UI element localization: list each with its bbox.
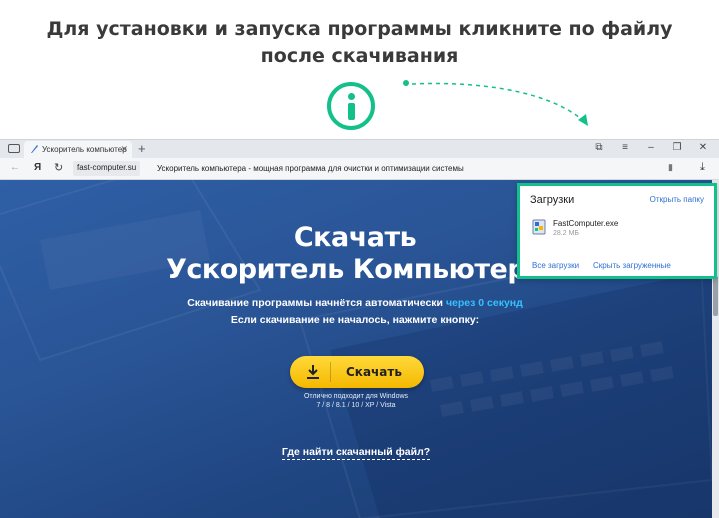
scrollbar-thumb[interactable] (713, 276, 718, 316)
minimize-icon[interactable]: – (645, 142, 657, 153)
instruction-line-1: Для установки и запуска программы кликни… (46, 18, 673, 40)
downloads-title: Загрузки (530, 194, 575, 206)
downloads-icon[interactable]: ⤓ (700, 161, 705, 174)
tab-favicon (31, 145, 38, 153)
where-file-link-container: Где найти скачанный файл? (200, 442, 512, 460)
window-controls: ⧉ ≡ – ❐ ✕ (593, 142, 709, 153)
download-button[interactable]: Скачать (290, 356, 424, 388)
auto-download-message: Скачивание программы начнётся автоматиче… (187, 297, 446, 309)
all-downloads-link[interactable]: Все загрузки (532, 261, 579, 270)
restore-icon[interactable]: ❐ (671, 142, 683, 153)
hero-title-line-2: Ускоритель Компьютера (166, 254, 544, 285)
tab-title: Ускоритель компьютер (42, 145, 127, 154)
hide-downloaded-link[interactable]: Скрыть загруженные (593, 261, 671, 270)
downloaded-file-name[interactable]: FastComputer.exe (553, 219, 618, 228)
exe-file-icon[interactable] (532, 219, 546, 235)
close-icon[interactable]: ✕ (120, 144, 128, 155)
download-arrow-icon (307, 365, 319, 379)
back-icon[interactable]: ← (10, 162, 20, 173)
windows-versions-text: 7 / 8 / 8.1 / 10 / XP / Vista (316, 402, 396, 409)
tab-bar: Ускоритель компьютер ✕ + ⧉ ≡ – ❐ ✕ (0, 140, 719, 158)
menu-icon[interactable]: ≡ (619, 142, 631, 153)
instruction-text: Для установки и запуска программы кликни… (0, 16, 719, 70)
info-icon (327, 82, 375, 130)
open-folder-link[interactable]: Открыть папку (650, 195, 704, 204)
reload-icon[interactable]: ↻ (54, 161, 63, 174)
where-file-link[interactable]: Где найти скачанный файл? (281, 446, 431, 460)
bookmark-icon[interactable]: ▮ (668, 162, 673, 173)
page: Для установки и запуска программы кликни… (0, 0, 719, 518)
download-button-label: Скачать (346, 365, 402, 379)
hero-title-line-1: Скачать (293, 222, 417, 253)
address-bar: ← Я ↻ fast-computer.su Ускоритель компью… (0, 158, 719, 180)
tabs-icon[interactable] (8, 144, 20, 153)
instruction-line-2: после скачивания (260, 45, 459, 67)
new-tab-icon[interactable]: + (138, 141, 146, 156)
downloaded-file-size: 28.2 МБ (553, 230, 579, 237)
dashed-arrow-icon (403, 80, 588, 126)
browser-tab[interactable]: Ускоритель компьютер ✕ (24, 141, 132, 158)
window-close-icon[interactable]: ✕ (697, 142, 709, 153)
manual-download-hint: Если скачивание не началось, нажмите кно… (230, 314, 480, 326)
auto-download-text: Скачивание программы начнётся автоматиче… (150, 297, 560, 309)
downloads-panel: Загрузки Открыть папку FastComputer.exe … (517, 183, 717, 279)
address-domain[interactable]: fast-computer.su (73, 161, 141, 176)
button-separator (330, 362, 331, 382)
bookmarks-icon[interactable]: ⧉ (593, 142, 605, 153)
yandex-logo[interactable]: Я (34, 162, 41, 173)
compatibility-text: Отлично подходит для Windows (303, 393, 409, 400)
countdown-timer: через 0 секунд (445, 297, 523, 309)
address-page-title[interactable]: Ускоритель компьютера - мощная программа… (157, 164, 464, 173)
